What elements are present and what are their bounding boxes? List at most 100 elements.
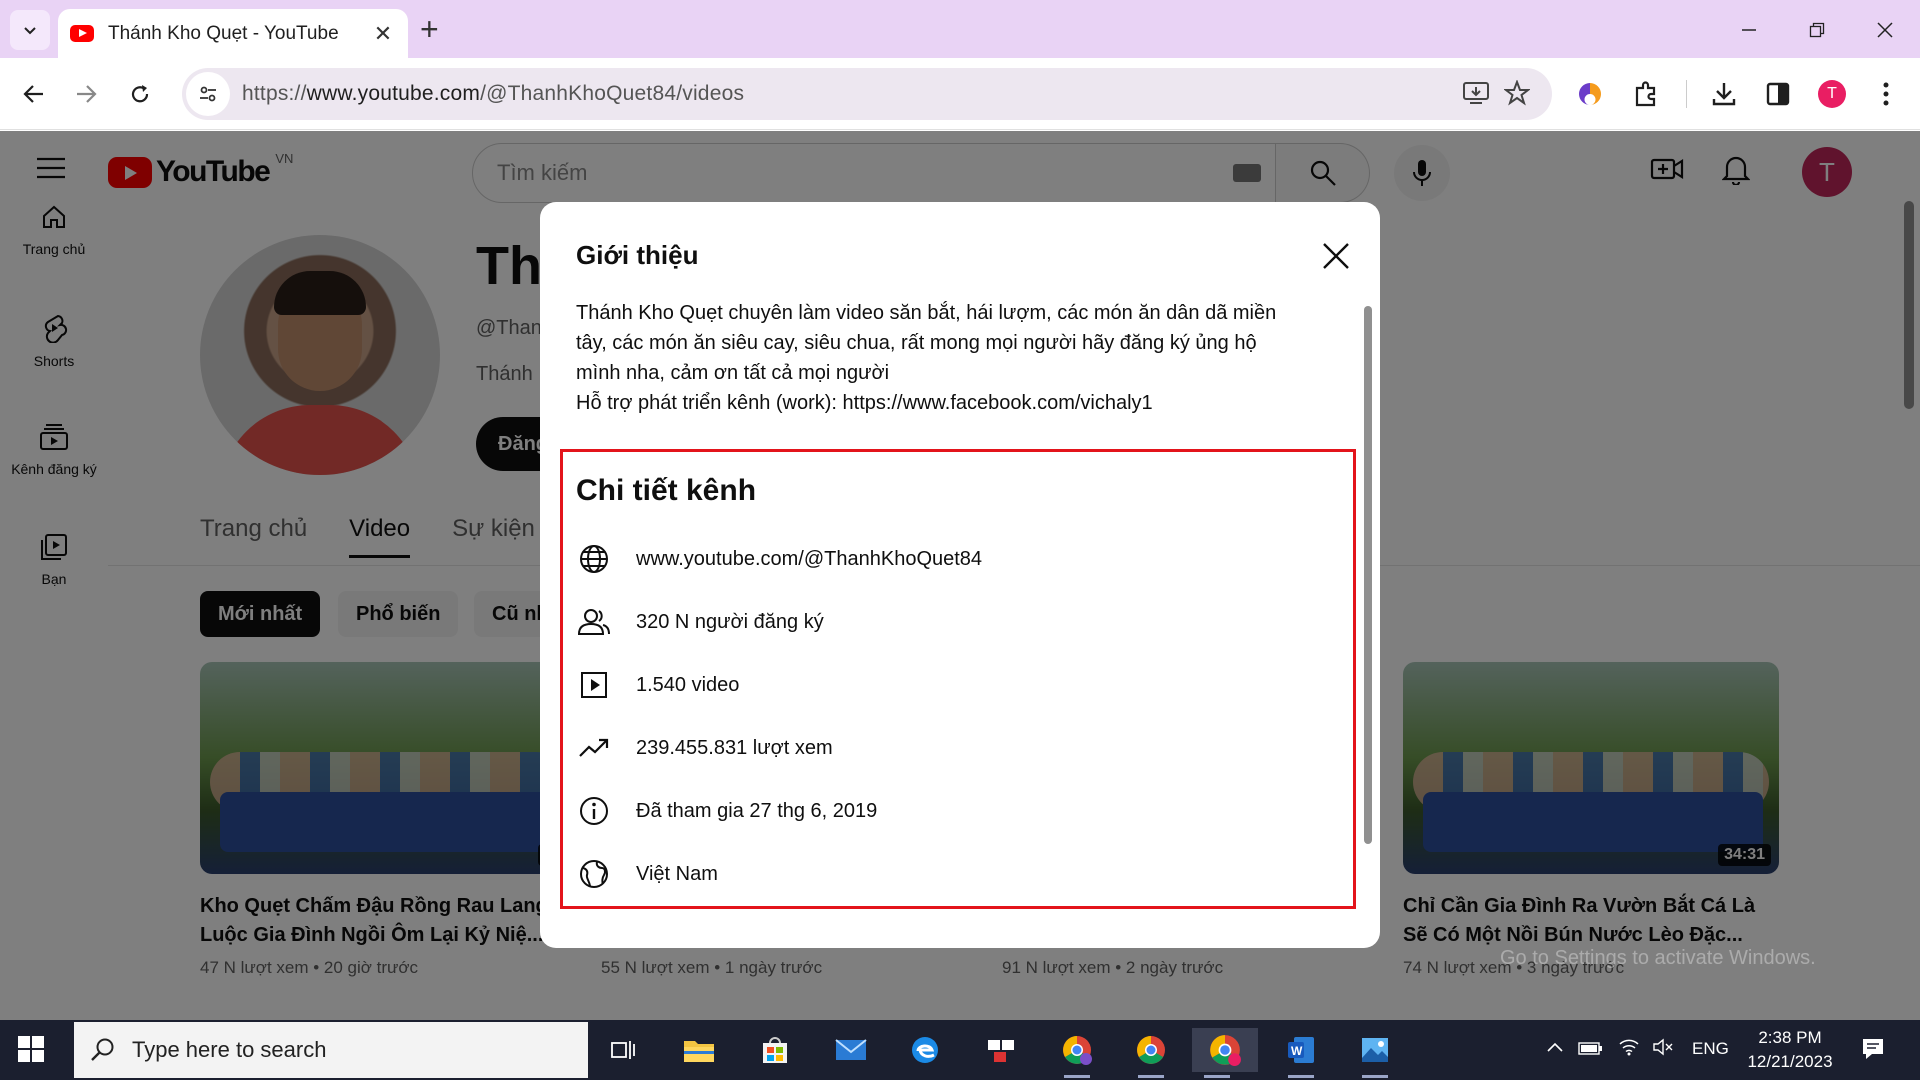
puzzle-icon [1635, 81, 1656, 107]
network-button[interactable] [1618, 1038, 1640, 1061]
country-globe-icon [576, 856, 612, 892]
browser-menu-button[interactable] [1868, 76, 1904, 112]
input-language-button[interactable]: ENG [1692, 1039, 1729, 1059]
browser-tab[interactable]: Thánh Kho Quẹt - YouTube ✕ [58, 9, 408, 58]
tab-search-button[interactable] [10, 10, 50, 50]
detail-text: 320 N người đăng ký [636, 610, 824, 633]
about-line: Thánh Kho Quẹt chuyên làm video săn bắt,… [576, 302, 1277, 324]
tab-title: Thánh Kho Quẹt - YouTube [108, 22, 339, 44]
about-dialog: Giới thiệu Thánh Kho Quẹt chuyên làm vid… [540, 202, 1380, 948]
chrome-profile-app[interactable] [1052, 1028, 1102, 1078]
info-icon [576, 793, 612, 829]
extensions-button[interactable] [1628, 76, 1664, 112]
taskbar-clock[interactable]: 2:38 PM 12/21/2023 [1740, 1026, 1840, 1074]
close-icon [1877, 22, 1893, 38]
detail-text: 239.455.831 lượt xem [636, 736, 833, 759]
file-explorer-app[interactable] [674, 1028, 724, 1072]
back-arrow-icon [23, 85, 43, 103]
edge-app[interactable] [900, 1028, 950, 1072]
restore-button[interactable] [1792, 10, 1842, 50]
chrome-icon [1210, 1035, 1241, 1066]
taskbar-search-placeholder: Type here to search [132, 1037, 327, 1062]
forward-button[interactable] [64, 72, 108, 116]
detail-row-subscribers: 320 N người đăng ký [576, 602, 1336, 642]
site-info-button[interactable] [186, 72, 230, 116]
dialog-scrollbar[interactable] [1364, 306, 1372, 844]
url-scheme: https:// [242, 82, 307, 105]
browser-toolbar: https://www.youtube.com/@ThanhKhoQuet84/… [0, 58, 1920, 130]
taskbar-search-box[interactable]: Type here to search [74, 1022, 588, 1078]
tune-icon [200, 86, 216, 102]
about-line: Hỗ trợ phát triển kênh (work): https://w… [576, 392, 1153, 414]
bookmark-button[interactable] [1503, 79, 1531, 111]
address-bar[interactable]: https://www.youtube.com/@ThanhKhoQuet84/… [182, 68, 1552, 120]
notification-center-icon [1863, 1039, 1883, 1059]
globe-icon [576, 541, 612, 577]
side-panel-icon [1766, 82, 1790, 106]
detail-text: www.youtube.com/@ThanhKhoQuet84 [636, 547, 983, 570]
channel-details-title: Chi tiết kênh [576, 474, 757, 507]
profile-avatar: T [1818, 80, 1846, 108]
chevron-up-icon [1547, 1042, 1563, 1052]
detail-text: 1.540 video [636, 673, 740, 696]
wifi-icon [1619, 1039, 1639, 1056]
clock-time: 2:38 PM [1758, 1028, 1822, 1047]
close-window-button[interactable] [1860, 10, 1910, 50]
detail-row-url[interactable]: www.youtube.com/@ThanhKhoQuet84 [576, 539, 1336, 579]
minimize-button[interactable] [1724, 10, 1774, 50]
back-button[interactable] [12, 72, 56, 116]
toolbar-divider [1686, 80, 1687, 108]
new-tab-button[interactable]: + [420, 12, 439, 46]
detail-row-joined: Đã tham gia 27 thg 6, 2019 [576, 791, 1336, 831]
forward-arrow-icon [77, 85, 97, 103]
side-panel-button[interactable] [1760, 76, 1796, 112]
youtube-favicon-icon [70, 25, 94, 42]
reload-icon [131, 85, 149, 103]
profile-button[interactable]: T [1814, 76, 1850, 112]
store-icon [763, 1037, 787, 1063]
video-icon [576, 667, 612, 703]
detail-text: Đã tham gia 27 thg 6, 2019 [636, 799, 878, 822]
edge-icon [912, 1037, 938, 1063]
dialog-close-button[interactable] [1318, 238, 1354, 274]
photos-app[interactable] [1350, 1028, 1400, 1078]
show-hidden-icons-button[interactable] [1546, 1038, 1564, 1058]
extension-button[interactable] [1572, 76, 1608, 112]
reload-button[interactable] [118, 72, 162, 116]
restore-icon [1809, 22, 1825, 38]
volume-muted-icon [1653, 1038, 1673, 1056]
photos-icon [1362, 1038, 1388, 1062]
browser-tab-strip: Thánh Kho Quẹt - YouTube ✕ + [0, 0, 1920, 58]
downloads-button[interactable] [1706, 76, 1742, 112]
minimize-icon [1742, 29, 1756, 31]
install-app-button[interactable] [1462, 80, 1490, 111]
detail-row-views: 239.455.831 lượt xem [576, 728, 1336, 768]
task-view-button[interactable] [598, 1028, 648, 1072]
microsoft-store-app[interactable] [750, 1028, 800, 1072]
mail-icon [835, 1039, 867, 1060]
detail-text: Việt Nam [636, 862, 718, 885]
unikey-app[interactable] [976, 1028, 1026, 1072]
chrome-active-app[interactable] [1192, 1028, 1258, 1078]
extension-logo-icon [1579, 83, 1601, 105]
chrome-app[interactable] [1126, 1028, 1176, 1078]
windows-taskbar: Type here to search W ENG 2:38 PM 12/21/… [0, 1020, 1920, 1080]
word-app[interactable]: W [1276, 1028, 1326, 1078]
word-icon: W [1288, 1037, 1314, 1063]
battery-icon [1578, 1042, 1602, 1055]
action-center-button[interactable] [1860, 1036, 1886, 1067]
mail-app[interactable] [826, 1028, 876, 1072]
close-icon [1323, 243, 1349, 269]
tab-close-icon[interactable]: ✕ [370, 21, 396, 47]
detail-row-country: Việt Nam [576, 854, 1336, 894]
channel-about-text: Thánh Kho Quẹt chuyên làm video săn bắt,… [576, 298, 1316, 418]
star-icon [1503, 79, 1531, 106]
start-button[interactable] [18, 1036, 44, 1067]
task-view-icon [611, 1041, 635, 1059]
download-icon [1712, 83, 1736, 106]
volume-button[interactable] [1652, 1038, 1674, 1061]
url-text: https://www.youtube.com/@ThanhKhoQuet84/… [242, 82, 744, 106]
battery-button[interactable] [1578, 1040, 1604, 1061]
about-line: tây, các món ăn siêu cay, siêu chua, rất… [576, 332, 1257, 354]
svg-text:W: W [1291, 1044, 1303, 1058]
